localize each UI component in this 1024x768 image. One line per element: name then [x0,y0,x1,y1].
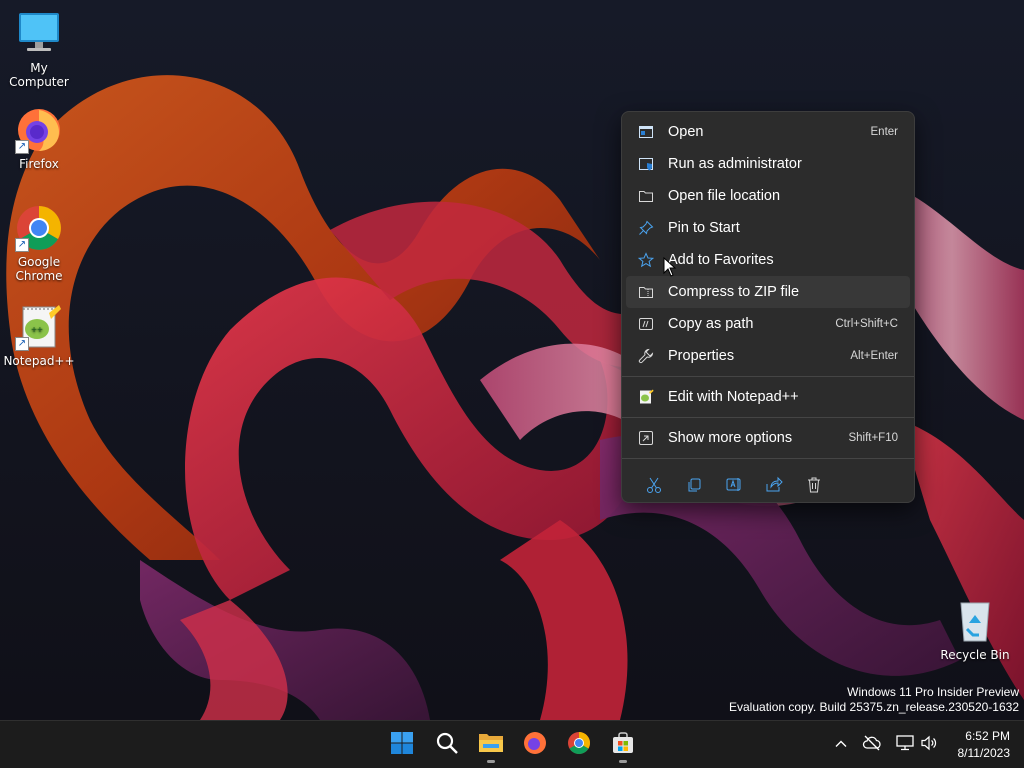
folder-icon [637,187,655,205]
start-icon [390,731,414,759]
pin-icon [637,219,655,237]
clock-date: 8/11/2023 [957,746,1011,760]
menu-item-edit-with-notepad-plus-plus[interactable]: Edit with Notepad++ [626,381,910,413]
volume-icon [920,735,938,755]
desktop-icon-label: Firefox [19,157,59,171]
menu-separator [622,417,914,418]
copy-path-icon [637,315,655,333]
clock-time: 6:52 PM [965,729,1010,743]
network-icon [896,735,914,755]
menu-item-run-as-administrator[interactable]: Run as administrator [626,148,910,180]
start-button[interactable] [382,725,422,765]
share-icon[interactable] [754,465,794,505]
rename-icon[interactable] [714,465,754,505]
notepad-plus-plus-icon: ++ ↗ [15,303,63,351]
wrench-icon [637,347,655,365]
recycle-bin-icon [951,597,999,645]
desktop-icon-label: Recycle Bin [940,648,1010,662]
chrome-icon: ↗ [15,204,63,252]
menu-separator [622,458,914,459]
star-icon [637,251,655,269]
context-menu: Open Enter Run as administrator Open fil… [621,111,915,503]
menu-item-pin-to-start[interactable]: Pin to Start [626,212,910,244]
onedrive-offline-icon [862,735,882,755]
admin-shield-icon [637,155,655,173]
store-icon [611,731,635,759]
taskbar: 6:52 PM 8/11/2023 [0,720,1024,768]
svg-text:++: ++ [31,325,43,336]
desktop-icon-my-computer[interactable]: My Computer [1,10,77,89]
volume-tray-button[interactable] [919,735,939,755]
search-button[interactable] [427,725,467,765]
running-indicator [619,760,627,763]
running-indicator [487,760,495,763]
shortcut-arrow-icon: ↗ [15,238,29,252]
desktop-icon-google-chrome[interactable]: ↗ Google Chrome [1,204,77,283]
desktop-icon-recycle-bin[interactable]: Recycle Bin [937,597,1013,662]
taskbar-clock[interactable]: 6:52 PM 8/11/2023 [958,728,1011,762]
windows-watermark: Windows 11 Pro Insider Preview Evaluatio… [729,685,1019,715]
delete-icon[interactable] [794,465,834,505]
notepad-plus-plus-icon [637,388,655,406]
menu-item-compress-to-zip[interactable]: Compress to ZIP file [626,276,910,308]
chrome-taskbar-button[interactable] [559,725,599,765]
watermark-edition: Windows 11 Pro Insider Preview [847,685,1019,699]
menu-item-show-more-options[interactable]: Show more options Shift+F10 [626,422,910,454]
desktop-icon-notepad-plus-plus[interactable]: ++ ↗ Notepad++ [1,303,77,368]
menu-item-properties[interactable]: Properties Alt+Enter [626,340,910,372]
desktop-icon-firefox[interactable]: ↗ Firefox [1,106,77,171]
open-icon [637,123,655,141]
shortcut-arrow-icon: ↗ [15,337,29,351]
menu-separator [622,376,914,377]
firefox-icon: ↗ [15,106,63,154]
menu-item-copy-as-path[interactable]: Copy as path Ctrl+Shift+C [626,308,910,340]
shortcut-arrow-icon: ↗ [15,140,29,154]
watermark-build: Evaluation copy. Build 25375.zn_release.… [729,700,1019,714]
copy-icon[interactable] [674,465,714,505]
desktop-icon-label: Google Chrome [15,255,63,283]
onedrive-tray-button[interactable] [862,735,882,755]
more-options-icon [637,429,655,447]
desktop-icon-label: My Computer [9,61,69,89]
search-icon [435,731,459,759]
context-menu-quick-actions [622,463,914,507]
show-hidden-icons-button[interactable] [831,735,851,755]
store-taskbar-button[interactable] [603,725,643,765]
menu-item-open-file-location[interactable]: Open file location [626,180,910,212]
mouse-cursor-icon [663,257,677,277]
chevron-up-icon [834,736,848,755]
firefox-taskbar-button[interactable] [515,725,555,765]
file-explorer-button[interactable] [471,725,511,765]
chrome-icon [567,731,591,759]
network-tray-button[interactable] [895,735,915,755]
monitor-icon [15,10,63,58]
file-explorer-icon [478,731,504,759]
firefox-icon [523,731,547,759]
zip-icon [637,283,655,301]
cut-icon[interactable] [634,465,674,505]
menu-item-open[interactable]: Open Enter [626,116,910,148]
desktop-icon-label: Notepad++ [3,354,75,368]
